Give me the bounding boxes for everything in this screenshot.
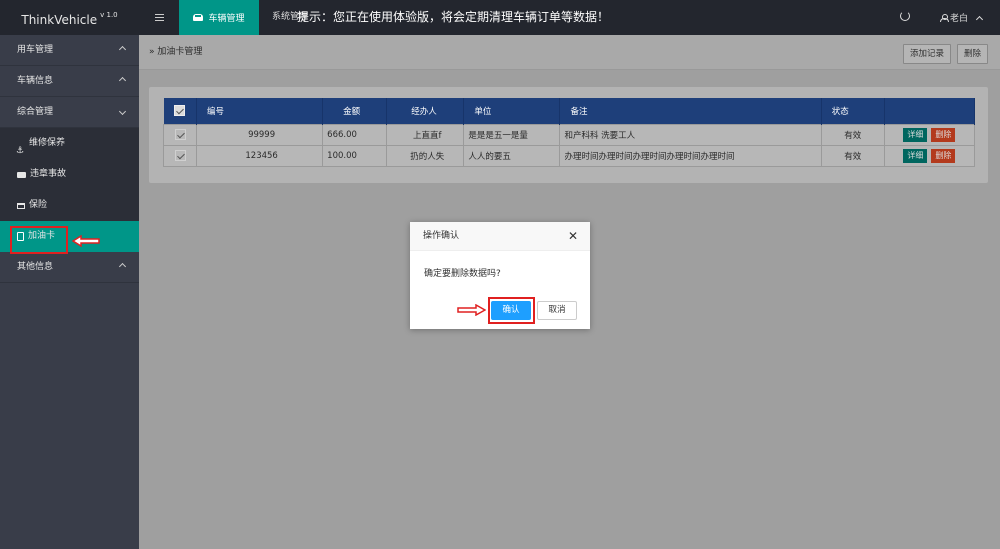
sidebar-group-label: 其他信息 (17, 262, 54, 272)
tab-vehicle-management[interactable]: 车辆管理 (179, 0, 259, 35)
user-name: 老白 (950, 14, 969, 24)
sidebar-group-vehicle-info[interactable]: 车辆信息 (0, 66, 139, 97)
cell-status: 有效 (820, 144, 885, 167)
add-record-button[interactable]: 添加记录 (903, 44, 952, 64)
dialog-message: 确定要删除数据吗? (424, 269, 501, 279)
cell-amount: 100.00 (322, 144, 388, 167)
breadcrumb-label[interactable]: 加油卡管理 (157, 47, 202, 57)
sidebar-group-label: 用车管理 (17, 45, 54, 55)
select-all-cell[interactable] (163, 98, 198, 124)
sidebar-item-maintenance[interactable]: 维修保养 (0, 128, 139, 167)
cancel-button[interactable]: 取消 (537, 301, 577, 320)
cell-handler: 扔的人失 (386, 144, 465, 167)
row-delete-button[interactable]: 删除 (931, 127, 956, 142)
annotation-arrow-right-icon (457, 304, 486, 316)
app-version: v 1.0 (100, 11, 118, 19)
col-header-amount: 金额 (322, 98, 388, 124)
cell-amount: 666.00 (322, 123, 388, 146)
tab-label: 车辆管理 (208, 14, 245, 24)
row-checkbox[interactable] (174, 129, 186, 140)
cell-unit: 人人的要五 (463, 144, 561, 167)
top-bar: ThinkVehicle v 1.0 车辆管理 系统管理 提示：您正在使用体验版，… (0, 0, 1000, 35)
dialog-title: 操作确认 (423, 231, 460, 241)
chevron-down-icon (118, 97, 127, 128)
truck-icon (17, 171, 26, 178)
sidebar-item-label: 保险 (29, 200, 48, 210)
card-icon (17, 202, 25, 209)
row-checkbox[interactable] (174, 150, 186, 161)
cell-handler: 上直直f (386, 123, 465, 146)
cell-id: 123456 (196, 144, 324, 167)
table-row[interactable]: 99999 666.00 上直直f 是是是五一是量 和产科科 洗要工人 有效 详… (162, 123, 976, 146)
user-icon (940, 13, 949, 22)
menu-toggle-button[interactable] (139, 0, 179, 35)
hamburger-icon (154, 14, 164, 21)
detail-button[interactable]: 详细 (903, 148, 928, 163)
chevron-up-icon (114, 35, 127, 66)
col-header-handler: 经办人 (386, 98, 465, 124)
cell-remark: 办理时间办理时间办理时间办理时间办理时间 (559, 144, 822, 167)
cell-id: 99999 (196, 123, 324, 146)
select-all-checkbox[interactable] (173, 105, 185, 117)
cell-actions: 详细 删除 (883, 123, 976, 146)
breadcrumb-bar: » 加油卡管理 添加记录 删除 (139, 35, 1000, 70)
close-icon[interactable]: ✕ (568, 222, 578, 251)
table-row[interactable]: 123456 100.00 扔的人失 人人的要五 办理时间办理时间办理时间办理时… (162, 144, 976, 167)
col-header-remark: 备注 (559, 98, 822, 124)
fuel-card-table: 编号 金额 经办人 单位 备注 状态 99999 666.00 上直直f 是是是… (162, 98, 976, 167)
sidebar-group-label: 综合管理 (17, 107, 54, 117)
confirm-button[interactable]: 确认 (491, 301, 531, 320)
table-panel: 编号 金额 经办人 单位 备注 状态 99999 666.00 上直直f 是是是… (149, 87, 988, 183)
user-menu[interactable]: 老白 (940, 0, 984, 35)
col-header-actions (884, 98, 976, 124)
sidebar: 用车管理 车辆信息 综合管理 维修保养 违章事故 保险 加油卡 其他信息 (0, 35, 139, 549)
sidebar-item-label: 违章事故 (30, 169, 67, 179)
sidebar-item-insurance[interactable]: 保险 (0, 190, 139, 221)
notice-banner: 提示：您正在使用体验版，将会定期清理车辆订单等数据！ (297, 10, 610, 24)
chevron-up-icon (114, 252, 127, 283)
chevron-up-icon (114, 66, 127, 97)
col-header-unit: 单位 (463, 98, 561, 124)
row-select-cell[interactable] (162, 144, 198, 167)
chevron-up-icon (975, 15, 984, 23)
detail-button[interactable]: 详细 (903, 127, 928, 142)
row-select-cell[interactable] (162, 123, 198, 146)
annotation-highlight-box (10, 226, 68, 254)
table-header-row: 编号 金额 经办人 单位 备注 状态 (163, 98, 976, 124)
refresh-icon[interactable] (900, 11, 910, 21)
sidebar-group-other[interactable]: 其他信息 (0, 252, 139, 283)
car-icon (193, 14, 204, 21)
sidebar-item-label: 维修保养 (29, 138, 66, 148)
double-chevron-right-icon: » (149, 47, 155, 57)
row-delete-button[interactable]: 删除 (931, 148, 956, 163)
col-header-status: 状态 (821, 98, 885, 124)
col-header-id: 编号 (196, 98, 324, 124)
cell-unit: 是是是五一是量 (463, 123, 561, 146)
app-logo[interactable]: ThinkVehicle v 1.0 (0, 0, 139, 35)
cell-remark: 和产科科 洗要工人 (559, 123, 822, 146)
cell-actions: 详细 删除 (883, 144, 976, 167)
app-name: ThinkVehicle (21, 13, 98, 27)
cell-status: 有效 (820, 123, 885, 146)
delete-button[interactable]: 删除 (957, 44, 989, 64)
confirm-dialog: 操作确认 ✕ 确定要删除数据吗? 确认 取消 (410, 222, 590, 329)
dialog-header: 操作确认 ✕ (410, 222, 590, 251)
breadcrumb: » 加油卡管理 (149, 35, 202, 70)
annotation-arrow-left-icon (72, 235, 100, 247)
anchor-icon (16, 136, 25, 167)
sidebar-item-violations[interactable]: 违章事故 (0, 159, 139, 190)
sidebar-group-label: 车辆信息 (17, 76, 54, 86)
sidebar-group-vehicle-use[interactable]: 用车管理 (0, 35, 139, 66)
sidebar-group-general[interactable]: 综合管理 (0, 97, 139, 128)
